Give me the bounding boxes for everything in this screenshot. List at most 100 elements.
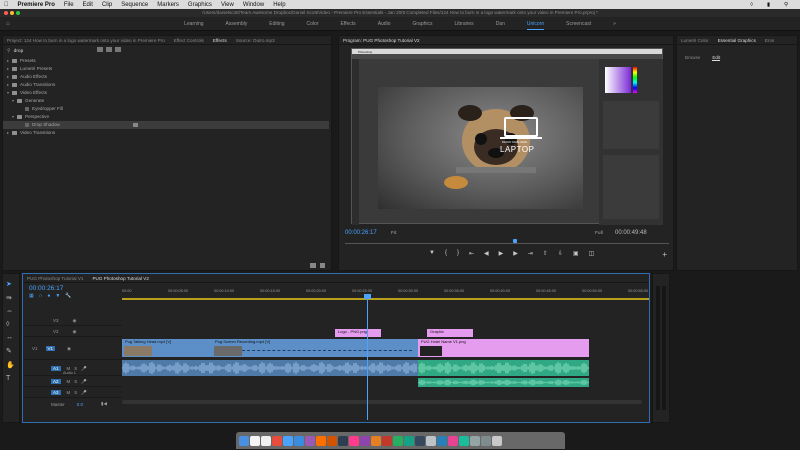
export-frame-icon[interactable]: ▣ — [573, 250, 579, 257]
lift-icon[interactable]: ⇧ — [543, 250, 548, 257]
tab-project[interactable]: Project: 124 How to burn in a logo water… — [7, 38, 165, 43]
dock-app-icon[interactable] — [492, 435, 502, 446]
playhead-indicator[interactable] — [513, 239, 517, 243]
extract-icon[interactable]: ⇩ — [558, 250, 563, 257]
clip-graphic[interactable]: Graphic — [427, 329, 473, 337]
workspace-screencast[interactable]: Screencast — [555, 21, 602, 27]
dock-app-icon[interactable] — [294, 435, 304, 446]
mark-out-icon[interactable]: } — [457, 250, 459, 257]
hand-tool-icon[interactable]: ✋ — [6, 361, 15, 369]
workspace-graphics[interactable]: Graphics — [401, 21, 443, 27]
menu-markers[interactable]: Markers — [157, 2, 179, 8]
audio-clip-a2-music[interactable] — [417, 378, 589, 387]
subtab-edit[interactable]: Edit — [712, 55, 721, 61]
menu-sequence[interactable]: Sequence — [121, 2, 148, 8]
tab-effect-controls[interactable]: Effect Controls — [174, 38, 204, 43]
source-patch-v1[interactable]: V1 — [32, 346, 38, 351]
battery-icon[interactable]: ▮ — [767, 2, 770, 8]
selection-tool-icon[interactable]: ➤ — [6, 280, 15, 288]
slip-tool-icon[interactable]: ↔ — [6, 334, 15, 341]
linked-selection-icon[interactable]: ● — [47, 293, 50, 299]
timeline-timecode[interactable]: 00:00:26:17 — [29, 285, 63, 292]
menu-view[interactable]: View — [221, 2, 234, 8]
subtab-browse[interactable]: Browse — [685, 55, 700, 61]
mic-icon[interactable]: 🎤 — [81, 379, 87, 385]
timeline-settings-icon[interactable]: 🔧 — [65, 293, 71, 299]
solo-a2[interactable]: S — [74, 379, 77, 384]
audio-clip-a1[interactable] — [121, 360, 418, 376]
dock-app-icon[interactable] — [459, 435, 469, 446]
add-marker-icon[interactable]: ▼ — [429, 250, 435, 257]
tree-item-drop-shadow[interactable]: Drop Shadow — [3, 121, 329, 129]
tree-item-generate[interactable]: ▾ Generate — [7, 97, 329, 105]
mute-a3[interactable]: M — [67, 390, 71, 395]
button-editor-icon[interactable]: + — [662, 250, 667, 259]
audio-clip-a1-music[interactable] — [417, 360, 589, 376]
workspace-assembly[interactable]: Assembly — [215, 21, 259, 27]
mute-a2[interactable]: M — [67, 379, 71, 384]
quality-select[interactable]: Full — [595, 231, 603, 236]
tree-item-audio-transitions[interactable]: ▸ Audio Transitions — [7, 81, 329, 89]
tab-essential-graphics[interactable]: Essential Graphics — [718, 38, 756, 43]
wifi-icon[interactable]: ◊ — [750, 2, 753, 8]
playhead-handle[interactable] — [364, 294, 371, 299]
tab-lumetri-color[interactable]: Lumetri Color — [681, 38, 709, 43]
menu-help[interactable]: Help — [273, 2, 285, 8]
tree-item-video-effects[interactable]: ▾ Video Effects — [7, 89, 329, 97]
razor-tool-icon[interactable]: ◊ — [6, 321, 15, 328]
new-folder-icon[interactable] — [310, 263, 316, 268]
workspaces-overflow-icon[interactable]: » — [602, 21, 627, 27]
mic-icon[interactable]: 🎤 — [81, 366, 87, 372]
dock-app-icon[interactable] — [393, 435, 403, 446]
tab-effects[interactable]: Effects — [213, 38, 227, 43]
workspace-dan[interactable]: Dan — [485, 21, 516, 27]
tab-sequence-v2[interactable]: PUG Photoshop Tutorial V2 — [92, 276, 148, 281]
effects-search-input[interactable]: drop — [14, 49, 24, 54]
dock-app-icon[interactable] — [371, 435, 381, 446]
32bit-effects-icon[interactable] — [106, 47, 112, 52]
program-timecode[interactable]: 00:00:26:17 — [345, 230, 377, 236]
solo-a3[interactable]: S — [74, 390, 77, 395]
menu-clip[interactable]: Clip — [102, 2, 112, 8]
tree-item-video-transitions[interactable]: ▸ Video Transitions — [7, 129, 329, 137]
eye-icon[interactable]: ◉ — [73, 329, 77, 335]
workspace-editing[interactable]: Editing — [258, 21, 295, 27]
program-video-frame[interactable]: Photoshop BRAND NAME HERE LAPTOP — [351, 48, 663, 225]
accelerated-effects-icon[interactable] — [97, 47, 103, 52]
dock-app-icon[interactable] — [283, 435, 293, 446]
apple-icon[interactable]:  — [4, 2, 9, 8]
dock-app-icon[interactable] — [470, 435, 480, 446]
track-select-tool-icon[interactable]: ⇛ — [6, 294, 15, 302]
menu-window[interactable]: Window — [243, 2, 264, 8]
dock-app-icon[interactable] — [338, 435, 348, 446]
home-icon[interactable]: ⌂ — [6, 21, 10, 27]
dock-app-icon[interactable] — [250, 435, 260, 446]
dock-app-icon[interactable] — [481, 435, 491, 446]
tree-item-eyedropper-fill[interactable]: Eyedropper Fill — [7, 105, 329, 113]
program-scrubber[interactable] — [345, 240, 669, 244]
snap-icon[interactable]: ∩ — [39, 293, 43, 299]
step-back-icon[interactable]: ◀ — [484, 250, 489, 257]
workspace-effects[interactable]: Effects — [329, 21, 366, 27]
ripple-edit-tool-icon[interactable]: ⇔ — [6, 308, 15, 315]
work-area-bar[interactable] — [122, 298, 649, 300]
dock-app-icon[interactable] — [426, 435, 436, 446]
dock-app-icon[interactable] — [316, 435, 326, 446]
tab-source[interactable]: Source: Outro.mp3 — [236, 38, 275, 43]
dock-app-icon[interactable] — [327, 435, 337, 446]
trash-icon[interactable] — [320, 263, 325, 268]
workspace-audio[interactable]: Audio — [367, 21, 402, 27]
tree-item-presets[interactable]: ▸ Presets — [7, 57, 329, 65]
workspace-libraries[interactable]: Libraries — [444, 21, 485, 27]
clip-logo-png[interactable]: Logo - PNG.png — [335, 329, 381, 337]
tab-sequence-v1[interactable]: PUG Photoshop Tutorial V1 — [27, 276, 83, 281]
zoom-select[interactable]: Fit — [391, 231, 396, 236]
tree-item-perspective[interactable]: ▾ Perspective — [7, 113, 329, 121]
add-marker-timeline-icon[interactable]: ▼ — [55, 293, 60, 299]
menu-graphics[interactable]: Graphics — [188, 2, 212, 8]
clip-pug-talking-head[interactable]: Pug Talking Head.mp4 [V] — [122, 339, 212, 357]
zoom-window-icon[interactable] — [16, 11, 20, 15]
comparison-view-icon[interactable]: ◫ — [589, 250, 595, 257]
tab-eros[interactable]: Eros — [765, 38, 774, 43]
dock-app-icon[interactable] — [360, 435, 370, 446]
